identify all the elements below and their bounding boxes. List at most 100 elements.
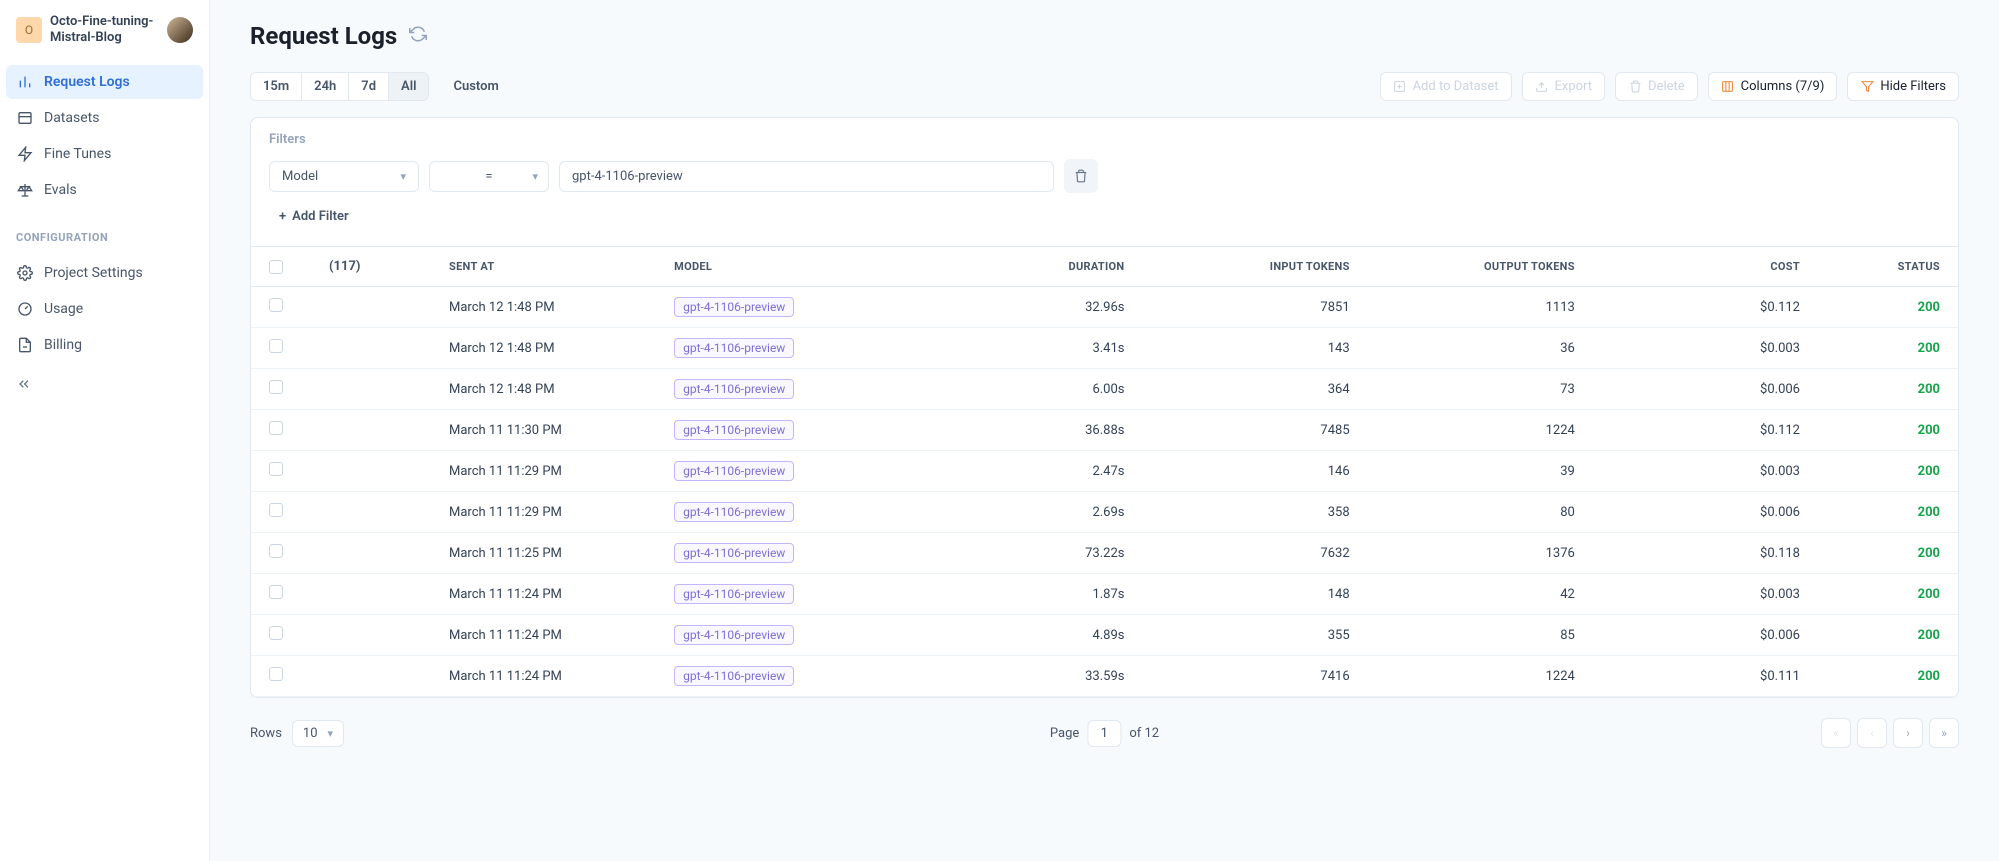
- columns-icon: [1721, 80, 1735, 94]
- project-avatar: O: [16, 17, 42, 43]
- filter-field-select[interactable]: Model▾: [269, 161, 419, 192]
- cell-output-tokens: 1376: [1350, 546, 1575, 561]
- col-duration[interactable]: DURATION: [899, 260, 1124, 273]
- billing-icon: [16, 336, 34, 354]
- time-range-7d[interactable]: 7d: [349, 73, 389, 100]
- row-checkbox[interactable]: [269, 585, 283, 599]
- filter-remove-button[interactable]: [1064, 159, 1098, 193]
- table-row[interactable]: March 11 11:29 PM gpt-4-1106-preview 2.6…: [251, 492, 1958, 533]
- cell-input-tokens: 146: [1125, 464, 1350, 479]
- table-row[interactable]: March 11 11:24 PM gpt-4-1106-preview 1.8…: [251, 574, 1958, 615]
- add-to-dataset-button[interactable]: Add to Dataset: [1380, 72, 1512, 101]
- page-first-button[interactable]: «: [1821, 718, 1851, 748]
- project-switcher[interactable]: O Octo-Fine-tuning-Mistral-Blog: [6, 8, 203, 51]
- collapse-sidebar-button[interactable]: [0, 368, 209, 404]
- chevron-down-icon: ▾: [400, 170, 406, 183]
- cell-model: gpt-4-1106-preview: [674, 543, 899, 563]
- row-checkbox[interactable]: [269, 421, 283, 435]
- cell-cost: $0.006: [1575, 628, 1800, 643]
- row-checkbox[interactable]: [269, 298, 283, 312]
- cell-model: gpt-4-1106-preview: [674, 461, 899, 481]
- sidebar-item-evals[interactable]: Evals: [6, 173, 203, 207]
- delete-label: Delete: [1648, 79, 1685, 94]
- sidebar-item-billing[interactable]: Billing: [6, 328, 203, 362]
- filter-op-select[interactable]: =▾: [429, 161, 549, 192]
- time-range-15m[interactable]: 15m: [251, 73, 302, 100]
- page-input[interactable]: 1: [1087, 720, 1121, 747]
- hide-filters-button[interactable]: Hide Filters: [1847, 72, 1959, 101]
- cell-model: gpt-4-1106-preview: [674, 666, 899, 686]
- col-output-tokens[interactable]: OUTPUT TOKENS: [1350, 260, 1575, 273]
- sidebar-item-datasets[interactable]: Datasets: [6, 101, 203, 135]
- table-row[interactable]: March 11 11:29 PM gpt-4-1106-preview 2.4…: [251, 451, 1958, 492]
- sidebar-item-request-logs[interactable]: Request Logs: [6, 65, 203, 99]
- sidebar-item-project-settings[interactable]: Project Settings: [6, 256, 203, 290]
- refresh-icon[interactable]: [409, 25, 427, 47]
- cell-output-tokens: 36: [1350, 341, 1575, 356]
- cell-model: gpt-4-1106-preview: [674, 338, 899, 358]
- cell-output-tokens: 80: [1350, 505, 1575, 520]
- model-badge: gpt-4-1106-preview: [674, 502, 794, 522]
- cell-status: 200: [1800, 628, 1940, 643]
- col-status[interactable]: STATUS: [1800, 260, 1940, 273]
- sidebar-item-fine-tunes[interactable]: Fine Tunes: [6, 137, 203, 171]
- cell-output-tokens: 73: [1350, 382, 1575, 397]
- export-button[interactable]: Export: [1522, 72, 1606, 101]
- page-prev-button[interactable]: ‹: [1857, 718, 1887, 748]
- export-label: Export: [1555, 79, 1593, 94]
- table-row[interactable]: March 12 1:48 PM gpt-4-1106-preview 32.9…: [251, 287, 1958, 328]
- col-input-tokens[interactable]: INPUT TOKENS: [1125, 260, 1350, 273]
- model-badge: gpt-4-1106-preview: [674, 666, 794, 686]
- cell-input-tokens: 7416: [1125, 669, 1350, 684]
- sidebar-item-label: Request Logs: [44, 74, 130, 90]
- columns-button[interactable]: Columns (7/9): [1708, 72, 1838, 101]
- table-row[interactable]: March 11 11:30 PM gpt-4-1106-preview 36.…: [251, 410, 1958, 451]
- dataset-icon: [16, 109, 34, 127]
- row-checkbox[interactable]: [269, 380, 283, 394]
- row-checkbox[interactable]: [269, 462, 283, 476]
- cell-cost: $0.003: [1575, 464, 1800, 479]
- page-last-button[interactable]: »: [1929, 718, 1959, 748]
- chevron-down-icon: ▾: [328, 727, 334, 740]
- gauge-icon: [16, 300, 34, 318]
- cell-status: 200: [1800, 505, 1940, 520]
- table-row[interactable]: March 12 1:48 PM gpt-4-1106-preview 6.00…: [251, 369, 1958, 410]
- select-all-checkbox[interactable]: [269, 260, 283, 274]
- cell-sent-at: March 12 1:48 PM: [449, 382, 674, 397]
- table-row[interactable]: March 11 11:25 PM gpt-4-1106-preview 73.…: [251, 533, 1958, 574]
- row-checkbox[interactable]: [269, 626, 283, 640]
- model-badge: gpt-4-1106-preview: [674, 543, 794, 563]
- col-model[interactable]: MODEL: [674, 260, 899, 273]
- cell-model: gpt-4-1106-preview: [674, 420, 899, 440]
- page-label: Page: [1050, 726, 1079, 741]
- table-row[interactable]: March 11 11:24 PM gpt-4-1106-preview 4.8…: [251, 615, 1958, 656]
- filter-value-text: gpt-4-1106-preview: [572, 169, 683, 184]
- filter-icon: [1860, 80, 1874, 94]
- cell-model: gpt-4-1106-preview: [674, 584, 899, 604]
- row-checkbox[interactable]: [269, 544, 283, 558]
- rows-per-page-select[interactable]: 10 ▾: [292, 720, 344, 747]
- filter-value-input[interactable]: gpt-4-1106-preview: [559, 161, 1054, 192]
- add-filter-button[interactable]: + Add Filter: [269, 205, 1940, 228]
- row-checkbox[interactable]: [269, 503, 283, 517]
- time-range-24h[interactable]: 24h: [302, 73, 349, 100]
- table-row[interactable]: March 12 1:48 PM gpt-4-1106-preview 3.41…: [251, 328, 1958, 369]
- sidebar-item-label: Fine Tunes: [44, 146, 111, 162]
- time-range-all[interactable]: All: [389, 73, 428, 100]
- cell-input-tokens: 364: [1125, 382, 1350, 397]
- col-sent-at[interactable]: SENT AT: [449, 260, 674, 273]
- time-range-custom[interactable]: Custom: [439, 73, 512, 100]
- model-badge: gpt-4-1106-preview: [674, 338, 794, 358]
- page-next-button[interactable]: ›: [1893, 718, 1923, 748]
- cell-output-tokens: 39: [1350, 464, 1575, 479]
- page-total: of 12: [1129, 726, 1159, 741]
- cell-duration: 4.89s: [899, 628, 1124, 643]
- delete-button[interactable]: Delete: [1615, 72, 1698, 101]
- sidebar-item-usage[interactable]: Usage: [6, 292, 203, 326]
- col-cost[interactable]: COST: [1575, 260, 1800, 273]
- rows-value: 10: [303, 726, 318, 741]
- user-avatar[interactable]: [167, 17, 193, 43]
- row-checkbox[interactable]: [269, 339, 283, 353]
- table-row[interactable]: March 11 11:24 PM gpt-4-1106-preview 33.…: [251, 656, 1958, 697]
- row-checkbox[interactable]: [269, 667, 283, 681]
